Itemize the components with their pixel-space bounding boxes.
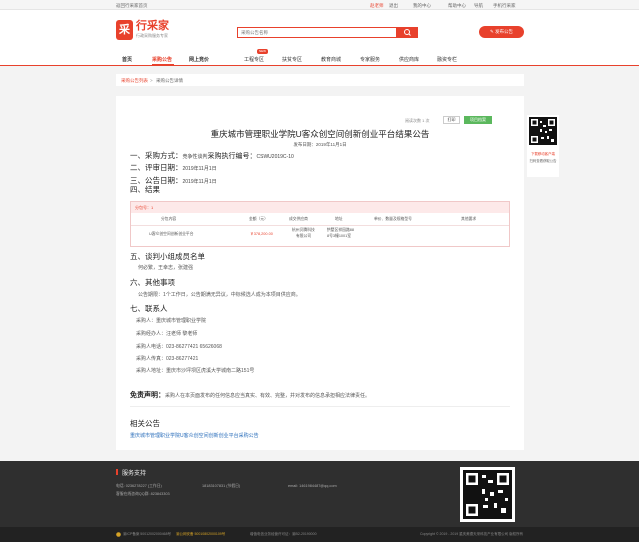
section-method: 一、采购方式：竞争性谈判采购执行编号：CSWU2019C-10 [130, 151, 294, 161]
breadcrumb: 采购公告列表 > 采购公告详情 [116, 74, 524, 86]
footer-accent-bar [116, 469, 118, 475]
project-archive-button[interactable]: 项目档案 [464, 116, 492, 124]
breadcrumb-current: 采购公告详情 [156, 77, 183, 83]
contact-address: 采购人地址：重庆市沙坪坝区虎溪大学城南二路151号 [136, 368, 255, 374]
contact-phone: 采购人电话：023-86277421 65626068 [136, 344, 222, 350]
side-qr-caption-2: 扫码查看获取公告 [529, 159, 557, 163]
mobile-link[interactable]: 手机行采家 [493, 3, 516, 8]
footer-title: 服务支持 [122, 471, 147, 477]
section-contact: 七、联系人 [130, 304, 168, 313]
qr-code-icon [529, 117, 557, 145]
nav-engineering[interactable]: 工程专区 [244, 56, 264, 63]
section-other: 六、其他事项 [130, 278, 175, 287]
nav-poverty[interactable]: 扶贫专区 [282, 56, 302, 63]
cell-supplier-line2: 有限公司 [296, 234, 312, 238]
service-nav-link[interactable]: 导航 [474, 3, 483, 8]
nav-education-mall[interactable]: 教育商城 [321, 56, 341, 63]
nav-online-bid[interactable]: 网上竞价 [189, 56, 209, 63]
search-icon [404, 29, 411, 36]
related-title: 相关公告 [130, 419, 160, 428]
emblem-icon [116, 532, 121, 538]
read-count: 阅读次数 1 次 [405, 118, 430, 123]
print-button[interactable]: 打印 [443, 116, 460, 124]
divider [130, 406, 510, 407]
footer-hotline: 18183107831 (节假日) [202, 484, 241, 488]
contact-buyer: 采购人：重庆城市管理职业学院 [136, 318, 207, 324]
user-name[interactable]: 赵老师 [370, 3, 384, 8]
top-bar: 返回行采家首页 赵老师 退出 我的中心 帮助中心 导航 手机行采家 [0, 0, 639, 10]
copyright: Copyright © 2019 - 2019 重庆美德天采科技产业有限公司 版… [420, 532, 524, 536]
logo-slogan: 行政采购服务专家 [136, 33, 168, 38]
th-supplier: 成交供应商 [289, 217, 308, 221]
nav-home[interactable]: 首页 [122, 56, 132, 63]
package-number: 分包号：1 [131, 202, 509, 213]
contact-handler: 采购经办人：汪老师 黎老师 [136, 331, 198, 337]
cell-supplier-line1: 杭州贝腾科技 [292, 228, 315, 232]
page-title: 重庆城市管理职业学院U客众创空间创新创业平台结果公告 [210, 129, 430, 139]
section-result: 四、结果 [130, 185, 160, 194]
breadcrumb-list-link[interactable]: 采购公告列表 [121, 78, 148, 84]
new-badge: NEW [257, 49, 268, 54]
panel-members: 何必繁，王幸志，张建强 [138, 265, 194, 271]
cell-amount: ￥378,200.00 [250, 232, 273, 236]
footer-qq: 客服在线咨询QQ群: 823843303 [116, 492, 170, 496]
search-input[interactable] [237, 27, 397, 38]
th-other: 其他要求 [461, 217, 477, 221]
section-panel: 五、谈判小组成员名单 [130, 252, 205, 261]
my-center-link[interactable]: 我的中心 [413, 3, 431, 8]
footer-qr-code-icon [460, 467, 515, 522]
telecom-license: 增值电信业务经营许可证：渝B2-20190000 [250, 532, 317, 536]
table-divider [131, 225, 509, 226]
police-record[interactable]: 渝公网安备 50010802000109号 [176, 532, 225, 537]
cell-address-line2: 8号3幢1001室 [327, 234, 352, 238]
th-address: 地址 [335, 217, 343, 221]
th-content: 分包内容 [161, 217, 177, 221]
logo-icon[interactable]: 采 [116, 20, 133, 40]
publish-date: 发布日期：2019年11月1日 [293, 142, 347, 147]
logo-name[interactable]: 行采家 [136, 20, 169, 32]
contact-fax: 采购人传真：023-86277421 [136, 356, 199, 362]
other-text: 公告期限：1个工作日，公告期满无异议，中标候选人成为本项目供应商。 [138, 292, 301, 298]
disclaimer: 免责声明：采购人在本页面发布的任何信息应当真实、有效、完整，并对发布的信息承担相… [130, 392, 371, 399]
side-qr-caption-1: 下载移动客户端 [531, 152, 555, 156]
cell-content: U客众创空间创新创业平台 [149, 232, 194, 236]
notice-content: 阅读次数 1 次 打印 项目档案 重庆城市管理职业学院U客众创空间创新创业平台结… [116, 96, 524, 450]
footer: 服务支持 电话: 0236278227 (工作日) 客服在线咨询QQ群: 823… [0, 461, 639, 527]
icp-record[interactable]: 渝ICP备案 50012002000468号 [123, 532, 171, 537]
back-home-link[interactable]: 返回行采家首页 [116, 3, 148, 8]
nav-finance[interactable]: 融资专栏 [437, 56, 457, 63]
related-notice-link[interactable]: 重庆城市管理职业学院U客众创空间创新创业平台采购公告 [130, 432, 259, 439]
bottom-bar: 渝ICP备案 50012002000468号 渝公网安备 50010802000… [0, 527, 639, 542]
result-table: 分包号：1 分包内容 金额（元） 成交供应商 地址 单价、数量及规格型号 其他要… [130, 201, 510, 247]
section-review-date: 二、评审日期：2019年11月1日 [130, 163, 217, 173]
nav-supplier-lib[interactable]: 供应商库 [399, 56, 419, 63]
side-qr-panel: 下载移动客户端 扫码查看获取公告 [527, 115, 559, 177]
help-center-link[interactable]: 帮助中心 [448, 3, 466, 8]
breadcrumb-sep: > [150, 77, 153, 83]
main-nav: 首页 采购公告 网上竞价 工程专区 扶贫专区 教育商城 专家服务 供应商库 融资… [0, 52, 639, 66]
th-spec: 单价、数量及规格型号 [374, 217, 412, 221]
nav-active-indicator [152, 64, 174, 66]
exit-link[interactable]: 退出 [389, 3, 398, 8]
nav-purchase-notice[interactable]: 采购公告 [152, 56, 172, 63]
th-amount: 金额（元） [249, 217, 268, 221]
footer-email[interactable]: email: 1461984487@qq.com [288, 484, 337, 488]
nav-expert-service[interactable]: 专家服务 [360, 56, 380, 63]
publish-notice-button[interactable]: ✎ 发布公告 [479, 26, 524, 38]
footer-phone: 电话: 0236278227 (工作日) [116, 484, 162, 488]
search-button[interactable] [397, 27, 418, 38]
cell-address-line1: 拱墅区祥园路88 [327, 228, 355, 232]
